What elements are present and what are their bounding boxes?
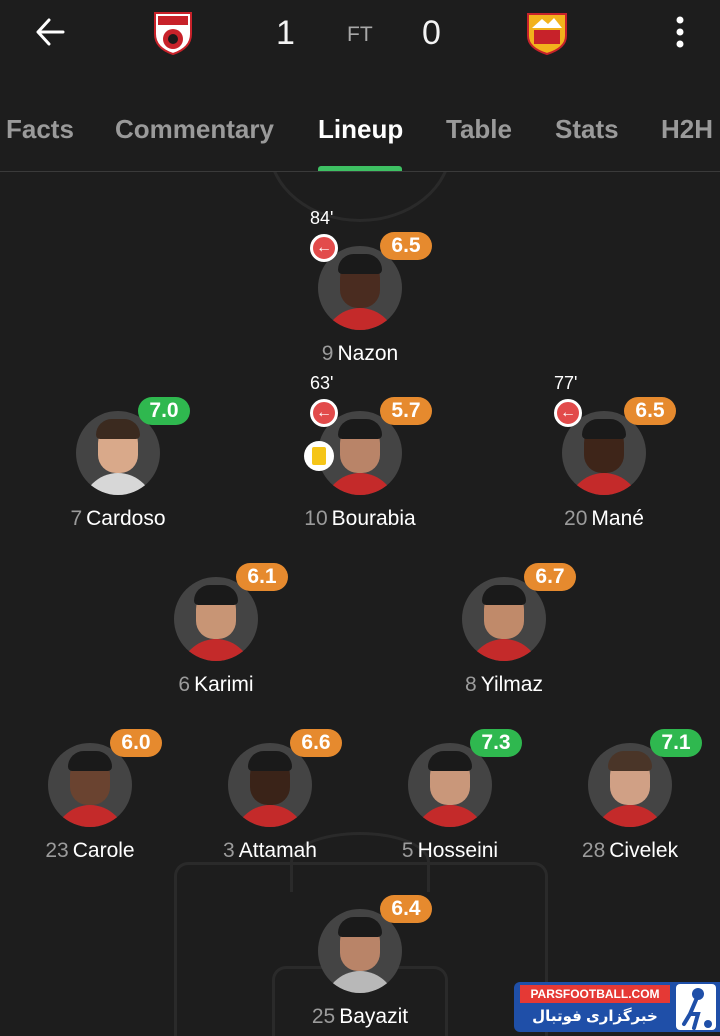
player-label: 25 Bayazit bbox=[260, 1005, 460, 1029]
home-team-logo[interactable] bbox=[150, 10, 196, 56]
sub-minute: 84' bbox=[310, 208, 334, 228]
sub-minute: 63' bbox=[310, 373, 334, 393]
player-carole[interactable]: 6.0 23 Carole bbox=[0, 719, 190, 862]
player-yilmaz[interactable]: 6.7 8 Yilmaz bbox=[404, 553, 604, 696]
player-rating: 6.7 bbox=[524, 563, 576, 591]
tab-table[interactable]: Table bbox=[446, 114, 512, 145]
center-circle-arc bbox=[268, 172, 452, 222]
player-number: 25 bbox=[311, 1005, 336, 1028]
player-bayazit[interactable]: 6.4 25 Bayazit bbox=[260, 885, 460, 1028]
player-name: Nazon bbox=[337, 342, 399, 365]
player-label: 8 Yilmaz bbox=[404, 673, 604, 697]
player-rating: 6.0 bbox=[110, 729, 162, 757]
player-name: Civelek bbox=[609, 839, 679, 862]
away-crest-icon bbox=[527, 13, 567, 56]
player-nazon[interactable]: 84' ← 6.5 9 Nazon bbox=[260, 208, 460, 365]
match-status: FT bbox=[347, 23, 373, 46]
player-number: 9 bbox=[321, 342, 334, 365]
player-rating: 6.6 bbox=[290, 729, 342, 757]
player-bourabia[interactable]: 63' ← 5.7 10 Bourabia bbox=[260, 373, 460, 530]
player-label: 23 Carole bbox=[0, 839, 190, 863]
player-mane[interactable]: 77' ← 6.5 20 Mané bbox=[504, 373, 704, 530]
player-rating: 7.3 bbox=[470, 729, 522, 757]
player-rating: 7.1 bbox=[650, 729, 702, 757]
player-rating: 6.1 bbox=[236, 563, 288, 591]
player-number: 10 bbox=[304, 507, 328, 530]
parsfootball-watermark: PARSFOOTBALL.COM خبرگزاری فوتبال ایران bbox=[514, 982, 720, 1032]
player-name: Bayazit bbox=[339, 1005, 409, 1028]
more-options-button[interactable] bbox=[660, 10, 700, 54]
player-rating: 5.7 bbox=[380, 397, 432, 425]
player-label: 6 Karimi bbox=[116, 673, 316, 697]
player-label: 3 Attamah bbox=[170, 839, 370, 863]
player-name: Mané bbox=[591, 507, 644, 530]
player-number: 28 bbox=[581, 839, 606, 862]
player-name: Attamah bbox=[238, 839, 317, 862]
player-number: 23 bbox=[45, 839, 69, 862]
player-name: Bourabia bbox=[331, 507, 416, 530]
lineup-pitch: 84' ← 6.5 9 Nazon 7.0 7 Cardoso 63' ← 5.… bbox=[0, 172, 720, 1036]
player-cardoso[interactable]: 7.0 7 Cardoso bbox=[18, 387, 218, 530]
tab-bar: Facts Commentary Lineup Table Stats H2H bbox=[0, 100, 720, 172]
player-rating: 6.5 bbox=[380, 232, 432, 260]
player-label: 10 Bourabia bbox=[260, 507, 460, 531]
back-button[interactable] bbox=[28, 12, 72, 52]
player-hosseini[interactable]: 7.3 5 Hosseini bbox=[350, 719, 550, 862]
tab-facts[interactable]: Facts bbox=[6, 114, 74, 145]
player-name: Cardoso bbox=[86, 507, 166, 530]
home-crest-icon bbox=[154, 12, 192, 56]
player-label: 28 Civelek bbox=[530, 839, 720, 863]
home-score: 1 bbox=[276, 14, 295, 52]
tab-lineup[interactable]: Lineup bbox=[318, 114, 403, 145]
sub-minute: 77' bbox=[554, 373, 578, 393]
player-number: 8 bbox=[465, 673, 477, 696]
substitution-off-icon: ← bbox=[554, 399, 582, 427]
tab-stats[interactable]: Stats bbox=[555, 114, 619, 145]
more-vertical-icon bbox=[676, 16, 684, 48]
player-name: Hosseini bbox=[417, 839, 499, 862]
substitution-off-icon: ← bbox=[310, 399, 338, 427]
player-attamah[interactable]: 6.6 3 Attamah bbox=[170, 719, 370, 862]
active-tab-indicator bbox=[318, 166, 402, 171]
player-name: Karimi bbox=[194, 673, 254, 696]
player-number: 6 bbox=[178, 673, 191, 696]
player-number: 5 bbox=[401, 839, 414, 862]
player-label: 5 Hosseini bbox=[350, 839, 550, 863]
player-karimi[interactable]: 6.1 6 Karimi bbox=[116, 553, 316, 696]
watermark-url: PARSFOOTBALL.COM bbox=[520, 985, 670, 1003]
player-number: 3 bbox=[223, 839, 235, 862]
tab-commentary[interactable]: Commentary bbox=[115, 114, 274, 145]
arrow-left-icon bbox=[36, 18, 65, 46]
player-civelek[interactable]: 7.1 28 Civelek bbox=[530, 719, 720, 862]
watermark-caption: خبرگزاری فوتبال ایران bbox=[532, 1008, 658, 1025]
player-label: 9 Nazon bbox=[260, 342, 460, 366]
substitution-off-icon: ← bbox=[310, 234, 338, 262]
player-rating: 6.4 bbox=[380, 895, 432, 923]
away-score: 0 bbox=[422, 14, 441, 52]
player-name: Carole bbox=[72, 839, 135, 862]
yellow-card-icon bbox=[304, 441, 334, 471]
match-header: 1 FT 0 bbox=[0, 0, 720, 90]
away-team-logo[interactable] bbox=[524, 10, 570, 56]
player-number: 7 bbox=[70, 507, 83, 530]
player-label: 20 Mané bbox=[504, 507, 704, 531]
player-rating: 6.5 bbox=[624, 397, 676, 425]
player-number: 20 bbox=[564, 507, 588, 530]
watermark-logo-icon bbox=[676, 984, 716, 1030]
player-name: Yilmaz bbox=[480, 673, 543, 696]
player-rating: 7.0 bbox=[138, 397, 190, 425]
player-label: 7 Cardoso bbox=[18, 507, 218, 531]
tab-h2h[interactable]: H2H bbox=[661, 114, 713, 145]
